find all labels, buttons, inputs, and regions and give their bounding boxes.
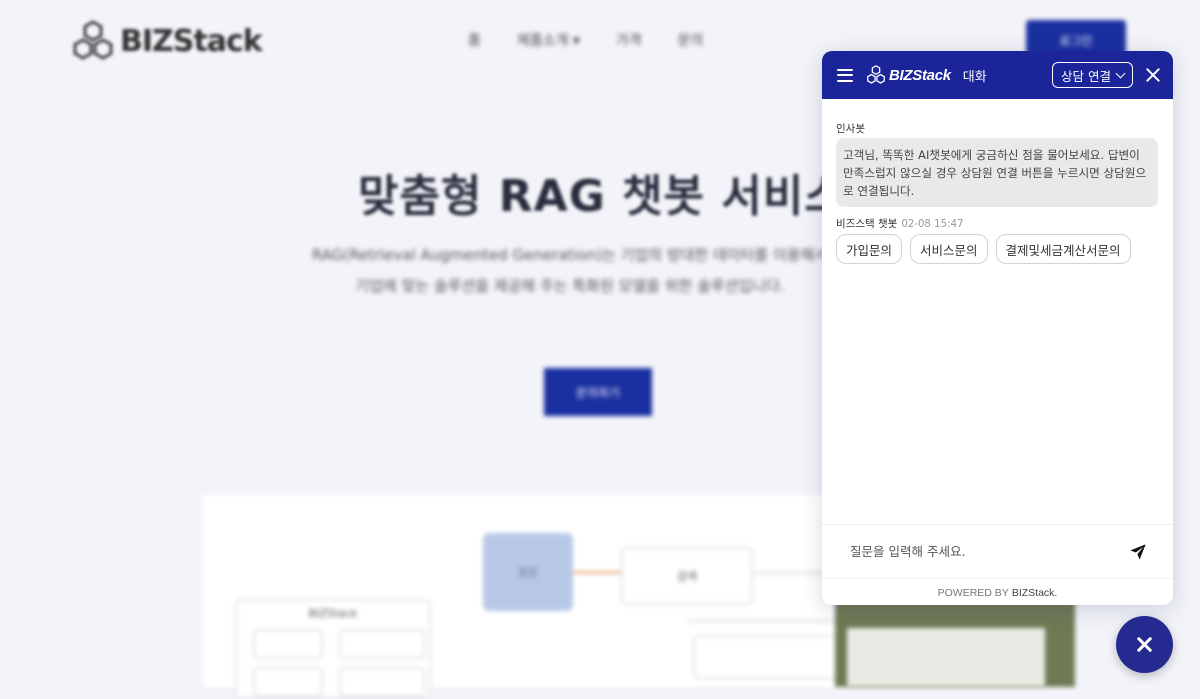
send-icon[interactable]: [1129, 543, 1147, 561]
chat-brand: BIZStack: [865, 64, 951, 86]
chat-header: BIZStack 대화 상담 연결: [822, 51, 1173, 99]
quick-reply-signup[interactable]: 가입문의: [836, 234, 903, 264]
message-timestamp: 02-08 15:47: [901, 219, 964, 230]
diagram-question-node: 질문: [483, 533, 573, 611]
message-sender: 인사봇: [836, 123, 865, 135]
diagram-search-node: 검색: [621, 547, 753, 605]
chat-message-input[interactable]: [848, 543, 1129, 560]
chat-messages: 인사봇 고객님, 똑똑한 AI챗봇에게 궁금하신 점을 물어보세요. 답변이 만…: [822, 99, 1173, 525]
hero-description: RAG(Retrieval Augmented Generation)는 기업의…: [311, 246, 829, 295]
message-sender-row: 비즈스택 챗봇 02-08 15:47: [836, 216, 964, 231]
diagram-node: [253, 667, 323, 697]
message-sender: 비즈스택 챗봇: [836, 218, 898, 230]
diagram-connector: [687, 620, 857, 622]
quick-reply-service[interactable]: 서비스문의: [910, 234, 988, 264]
message-bubble: 고객님, 똑똑한 AI챗봇에게 궁금하신 점을 물어보세요. 답변이 만족스럽지…: [836, 138, 1158, 207]
chat-toggle-close-button[interactable]: [1116, 616, 1173, 673]
nav-item-products[interactable]: 제품소개 ▾: [517, 30, 580, 50]
hero-cta-button[interactable]: 문의하기: [544, 368, 652, 416]
chevron-down-icon: [1115, 68, 1126, 78]
site-logo[interactable]: BIZStack: [70, 18, 263, 64]
chat-widget: BIZStack 대화 상담 연결 인사봇 고객님, 똑똑한 AI챗봇에게 궁금…: [822, 51, 1173, 605]
diagram-node: [693, 635, 847, 679]
chat-input-bar: [822, 524, 1173, 578]
consult-connect-label: 상담 연결: [1061, 68, 1111, 84]
diagram-node: [253, 629, 323, 659]
bizstack-logo-icon: [867, 65, 885, 84]
powered-by-brand: BIZStack.: [1011, 586, 1058, 599]
nav-item-contact[interactable]: 문의: [678, 30, 704, 50]
diagram-node: [339, 629, 425, 659]
quick-reply-billing[interactable]: 결제및세금계산서문의: [995, 234, 1131, 264]
nav-item-home[interactable]: 홈: [468, 30, 481, 50]
nav-item-pricing[interactable]: 가격: [616, 30, 642, 50]
powered-by: POWERED BY BIZStack.: [822, 578, 1173, 605]
powered-by-prefix: POWERED BY: [937, 586, 1009, 599]
consult-connect-button[interactable]: 상담 연결: [1052, 62, 1133, 88]
chat-brand-name: BIZStack: [889, 66, 951, 84]
hamburger-icon[interactable]: [837, 68, 853, 82]
site-nav: 홈 제품소개 ▾ 가격 문의: [468, 30, 703, 50]
quick-replies: 가입문의 서비스문의 결제및세금계산서문의: [836, 234, 1131, 264]
hero-title: 맞춤형 RAG 챗봇 서비스: [358, 171, 846, 222]
chat-title: 대화: [962, 69, 987, 85]
site-logo-text: BIZStack: [120, 23, 263, 59]
diagram-side-panel-content: [847, 628, 1045, 687]
close-icon[interactable]: [1145, 67, 1161, 83]
diagram-connector: [573, 571, 621, 574]
bizstack-logo-icon: [73, 20, 113, 60]
diagram-node: [339, 667, 425, 697]
